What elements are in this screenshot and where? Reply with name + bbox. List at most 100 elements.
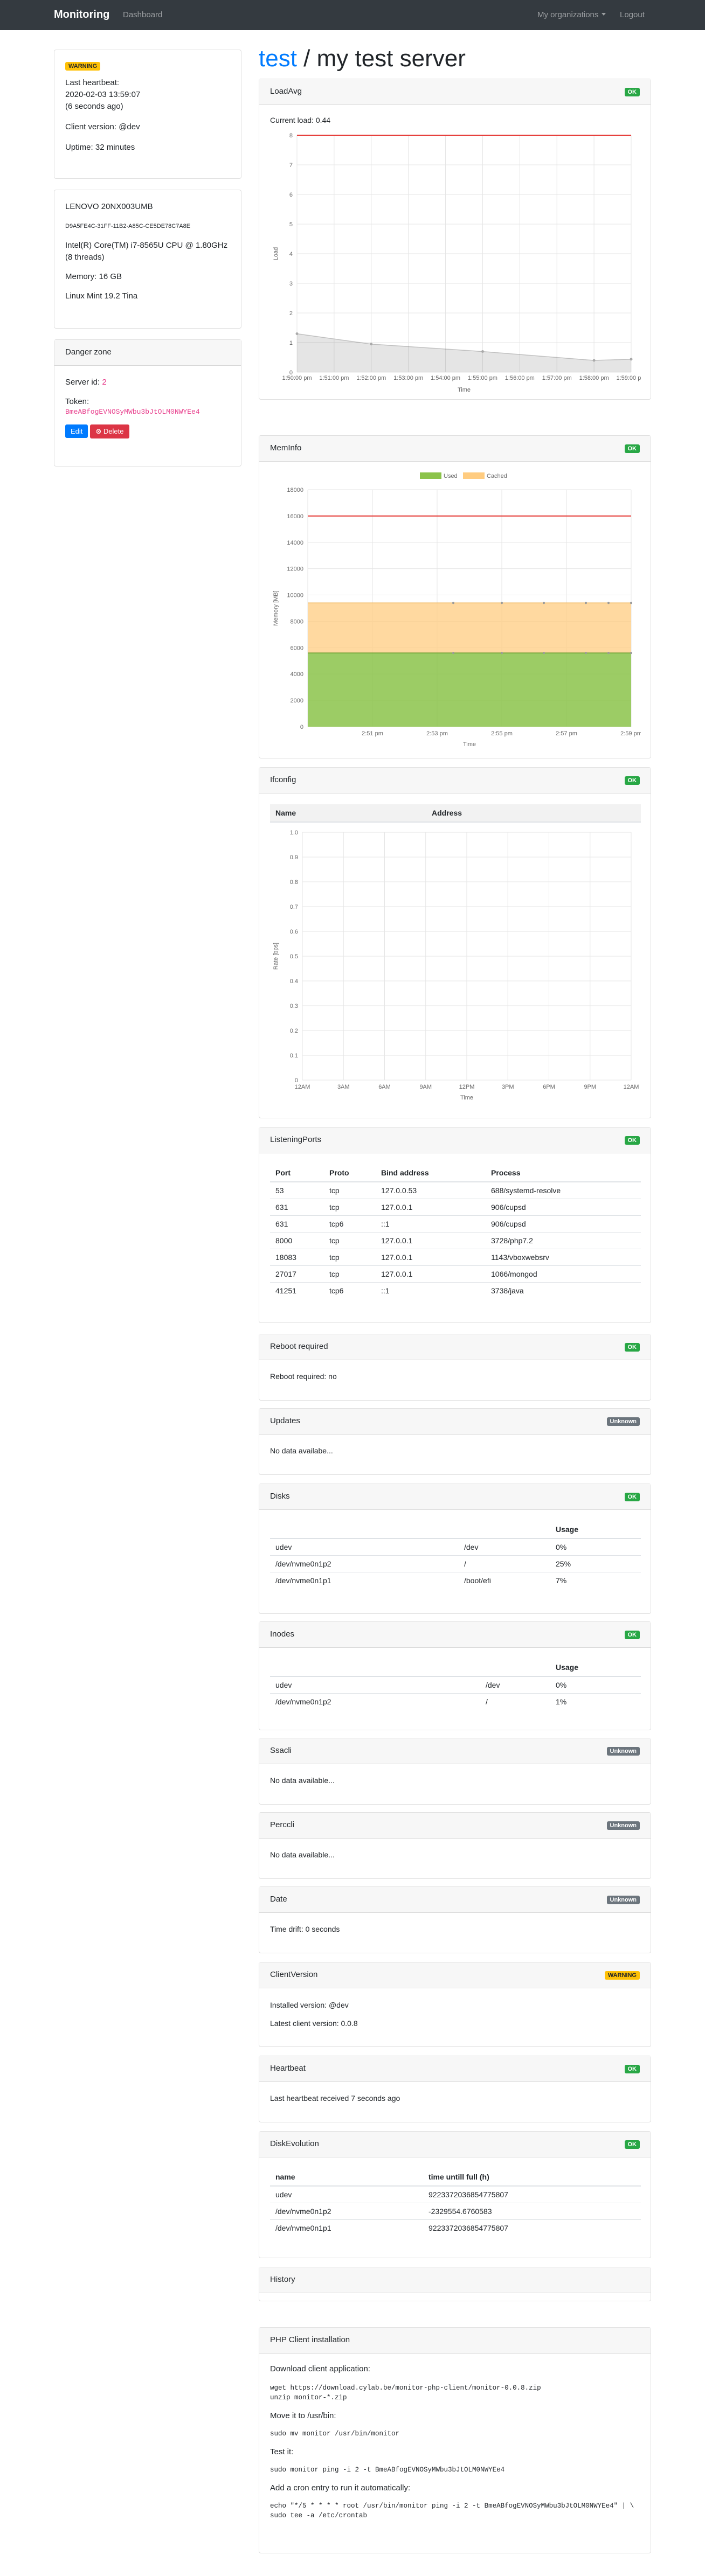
y-tick-label: 0.3 — [290, 1003, 298, 1009]
move-code: sudo mv monitor /usr/bin/monitor — [270, 2430, 400, 2438]
disk-evolution-title: DiskEvolution — [270, 2139, 319, 2148]
cron-label: Add a cron entry to run it automatically… — [270, 2483, 411, 2493]
cached-point — [585, 602, 587, 604]
brand-link[interactable]: Monitoring — [54, 9, 109, 21]
x-tick-label: 1:53:00 pm — [393, 375, 423, 381]
inodes-card: Inodes OK Usage udev/dev 0%/dev/nvme0n1p2/… — [259, 1621, 651, 1730]
test-label: Test it: — [270, 2447, 294, 2456]
y-tick-label: 4 — [289, 251, 293, 257]
load-point — [630, 358, 633, 361]
organization-link[interactable]: test — [259, 45, 297, 72]
ports-col-proto: Proto — [324, 1164, 376, 1182]
used-point — [607, 652, 610, 655]
history-title: History — [270, 2275, 295, 2284]
listening-ports-title: ListeningPorts — [270, 1135, 322, 1144]
table-row: /dev/nvme0n1p2 -2329554.6760583 — [270, 2203, 641, 2220]
logout-link[interactable]: Logout — [620, 10, 645, 19]
y-tick-label: 10000 — [287, 593, 303, 599]
table-cell: 127.0.0.53 — [376, 1181, 486, 1199]
delete-button[interactable]: ⊗ Delete — [90, 424, 129, 438]
danger-zone-card: Danger zone Server id: 2 Token: BmeABfog… — [54, 339, 241, 467]
x-tick-label: 1:52:00 pm — [356, 375, 386, 381]
y-axis-label: Memory [MB] — [273, 590, 279, 625]
table-cell: tcp6 — [324, 1282, 376, 1299]
table-cell: /dev — [480, 1676, 550, 1694]
client-version-title: ClientVersion — [270, 1970, 318, 1979]
history-card: History — [259, 2267, 651, 2301]
x-tick-label: 2:51 pm — [362, 730, 383, 737]
edit-button[interactable]: Edit — [65, 424, 88, 438]
table-cell: 127.0.0.1 — [376, 1265, 486, 1283]
x-tick-label: 1:51:00 pm — [319, 375, 349, 381]
status-card: WARNING Last heartbeat: 2020-02-03 13:59… — [54, 50, 241, 179]
cached-area — [308, 603, 631, 653]
table-cell: 127.0.0.1 — [376, 1232, 486, 1249]
loadavg-title: LoadAvg — [270, 87, 302, 96]
inodes-col-usage: Usage — [550, 1659, 641, 1677]
x-tick-label: 3AM — [337, 1084, 350, 1090]
x-tick-label: 2:53 pm — [426, 730, 448, 737]
y-tick-label: 1 — [289, 340, 293, 346]
listening-ports-header: ListeningPorts OK — [259, 1127, 651, 1153]
server-id-line: Server id: 2 — [65, 377, 230, 388]
client-version: Client version: @dev — [65, 122, 140, 131]
table-cell: 127.0.0.1 — [376, 1249, 486, 1266]
y-axis-label: Load — [273, 247, 279, 260]
title-separator: / — [296, 45, 317, 72]
y-tick-label: 2000 — [291, 698, 303, 704]
y-tick-label: 16000 — [287, 513, 303, 520]
x-tick-label: 3PM — [502, 1084, 514, 1090]
table-cell: 1066/mongod — [486, 1265, 641, 1283]
x-tick-label: 2:57 pm — [556, 730, 577, 737]
status-badge: WARNING — [65, 62, 101, 71]
table-cell: 8000 — [270, 1232, 324, 1249]
ports-col-bind: Bind address — [376, 1164, 486, 1182]
loadavg-status-badge: OK — [624, 88, 640, 96]
inodes-table: Usage udev/dev 0%/dev/nvme0n1p2/1% — [270, 1659, 641, 1710]
load-point — [592, 359, 596, 362]
cached-point — [607, 602, 610, 604]
caret-down-icon — [602, 13, 606, 16]
listening-ports-status-badge: OK — [624, 1136, 640, 1145]
meminfo-header: MemInfo OK — [259, 436, 651, 462]
table-cell: /dev — [459, 1538, 550, 1556]
disks-status-badge: OK — [624, 1493, 640, 1501]
table-cell: 18083 — [270, 1249, 324, 1266]
heartbeat-card: Heartbeat OK Last heartbeat received 7 se… — [259, 2056, 651, 2122]
table-row: 53 tcp 127.0.0.53 688/systemd-resolve — [270, 1181, 641, 1199]
updates-title: Updates — [270, 1416, 300, 1425]
disks-card: Disks OK Usage udev/dev 0%/dev/nvme0n1p2/2… — [259, 1484, 651, 1614]
y-tick-label: 0.7 — [290, 904, 298, 910]
page-title: test / my test server — [259, 45, 466, 72]
ssacli-text: No data available... — [270, 1776, 335, 1785]
cached-point — [452, 602, 454, 604]
hardware-model: LENOVO 20NX003UMB — [65, 202, 153, 211]
nav-dashboard-link[interactable]: Dashboard — [123, 10, 162, 19]
ifconfig-title: Ifconfig — [270, 775, 296, 784]
organizations-dropdown[interactable]: My organizations — [537, 10, 606, 19]
table-cell: tcp — [324, 1265, 376, 1283]
x-tick-label: 1:59:00 pm — [616, 375, 641, 381]
y-tick-label: 8 — [289, 133, 293, 139]
x-tick-label: 2:59 pm — [620, 730, 641, 737]
test-code: sudo monitor ping -i 2 -t BmeABfogEVNOSy… — [270, 2466, 505, 2474]
table-row: 41251 tcp6::1 3738/java — [270, 1282, 641, 1299]
y-tick-label: 7 — [289, 162, 293, 169]
heartbeat-title: Heartbeat — [270, 2064, 306, 2073]
y-tick-label: 5 — [289, 221, 293, 228]
date-header: Date Unknown — [259, 1887, 651, 1913]
heartbeat-status-badge: OK — [624, 2065, 640, 2073]
reboot-title: Reboot required — [270, 1342, 328, 1351]
last-heartbeat-ago: (6 seconds ago) — [65, 102, 123, 111]
table-row: /dev/nvme0n1p1 9223372036854775807 — [270, 2219, 641, 2236]
table-cell: 688/systemd-resolve — [486, 1181, 641, 1199]
legend-cached-label: Cached — [487, 473, 507, 479]
x-tick-label: 12PM — [459, 1084, 475, 1090]
cached-point — [630, 602, 632, 604]
table-cell: -2329554.6760583 — [423, 2203, 641, 2220]
y-tick-label: 0.5 — [290, 953, 298, 960]
disk-evolution-card: DiskEvolution OK name time untill full (h… — [259, 2131, 651, 2258]
updates-header: Updates Unknown — [259, 1409, 651, 1435]
download-label: Download client application: — [270, 2364, 370, 2373]
table-cell: 127.0.0.1 — [376, 1199, 486, 1216]
